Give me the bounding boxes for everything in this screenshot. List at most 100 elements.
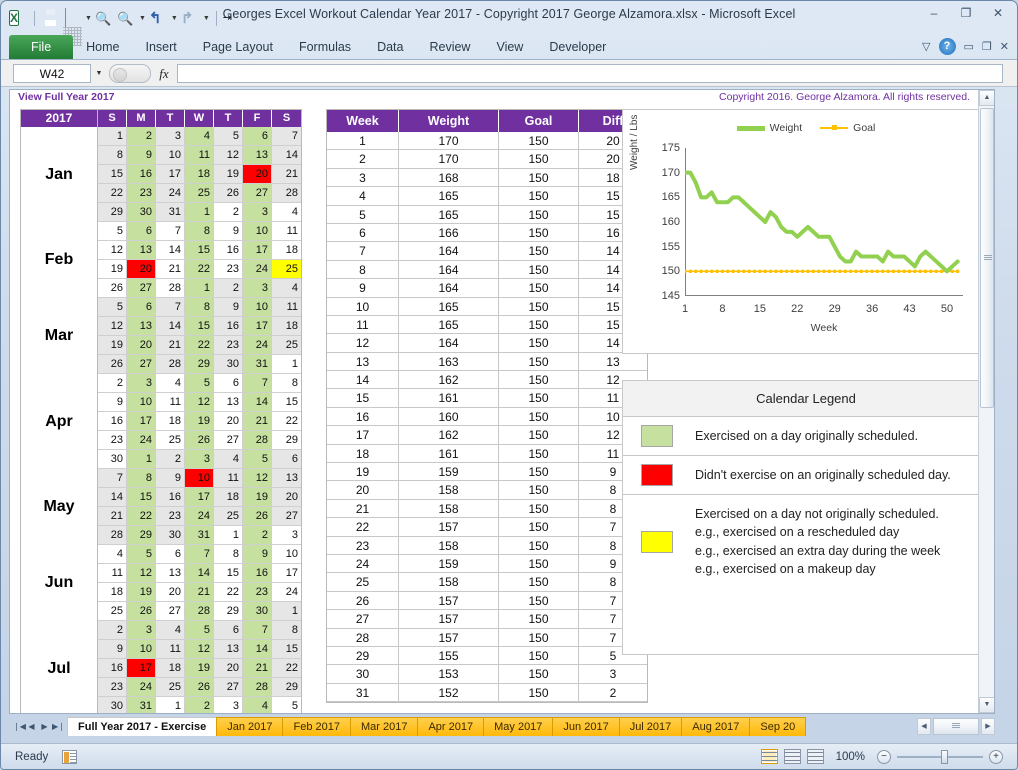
calendar-day-cell[interactable]: 17	[243, 241, 272, 260]
calendar-day-cell[interactable]: 4	[272, 203, 301, 222]
insert-function-icon[interactable]: fx	[151, 66, 177, 82]
calendar-day-cell[interactable]: 27	[156, 602, 185, 621]
cell-weight[interactable]: 158	[399, 481, 499, 500]
calendar-day-cell[interactable]: 3	[243, 203, 272, 222]
cell-week[interactable]: 13	[327, 352, 399, 372]
calendar-day-cell[interactable]: 17	[156, 165, 185, 184]
cell-weight[interactable]: 159	[399, 554, 499, 574]
last-sheet-icon[interactable]: ▶❘	[52, 722, 65, 731]
calendar-day-cell[interactable]: 12	[185, 640, 214, 659]
formula-bar-expand-button[interactable]	[109, 64, 151, 83]
cell-goal[interactable]: 150	[499, 223, 579, 243]
calendar-day-cell[interactable]: 27	[214, 678, 243, 697]
calendar-day-cell[interactable]: 10	[272, 545, 301, 564]
cell-weight[interactable]: 164	[399, 334, 499, 353]
calendar-day-cell[interactable]: 31	[243, 355, 272, 374]
cell-weight[interactable]: 162	[399, 426, 499, 445]
calendar-day-cell[interactable]: 1	[185, 203, 214, 222]
sheet-tab-jan-2017[interactable]: Jan 2017	[216, 716, 284, 736]
calendar-day-cell[interactable]: 29	[272, 678, 301, 697]
calendar-day-cell[interactable]: 23	[156, 507, 185, 526]
calendar-day-cell[interactable]: 25	[156, 678, 185, 697]
calendar-day-cell[interactable]: 6	[272, 450, 301, 469]
calendar-day-cell[interactable]: 9	[243, 545, 272, 564]
cell-weight[interactable]: 155	[399, 646, 499, 666]
cell-goal[interactable]: 150	[499, 591, 579, 611]
cell-weight[interactable]: 170	[399, 150, 499, 169]
calendar-day-cell[interactable]: 31	[185, 526, 214, 545]
view-full-year-link[interactable]: View Full Year 2017	[18, 91, 115, 103]
cell-week[interactable]: 12	[327, 334, 399, 353]
calendar-day-cell[interactable]: 23	[243, 583, 272, 602]
calendar-day-cell[interactable]: 4	[185, 127, 214, 146]
calendar-day-cell[interactable]: 31	[156, 203, 185, 222]
calendar-day-cell[interactable]: 27	[127, 279, 156, 298]
calendar-day-cell[interactable]: 21	[243, 659, 272, 678]
calendar-day-cell[interactable]: 11	[156, 393, 185, 412]
calendar-day-cell[interactable]: 16	[156, 488, 185, 507]
calendar-day-cell[interactable]: 14	[272, 146, 301, 165]
formula-input[interactable]	[177, 64, 1003, 83]
calendar-day-cell[interactable]: 30	[98, 697, 127, 713]
calendar-day-cell[interactable]: 1	[156, 697, 185, 713]
calendar-day-cell[interactable]: 9	[98, 640, 127, 659]
calendar-day-cell[interactable]: 30	[127, 203, 156, 222]
cell-weight[interactable]: 164	[399, 260, 499, 280]
calendar-day-cell[interactable]: 22	[127, 507, 156, 526]
calendar-day-cell[interactable]: 14	[156, 317, 185, 336]
calendar-day-cell[interactable]: 8	[214, 545, 243, 564]
cell-diff[interactable]: 3	[579, 665, 647, 684]
calendar-day-cell[interactable]: 28	[272, 184, 301, 203]
tab-formulas[interactable]: Formulas	[286, 36, 364, 60]
cell-goal[interactable]: 150	[499, 573, 579, 592]
calendar-day-cell[interactable]: 14	[98, 488, 127, 507]
calendar-day-cell[interactable]: 1	[98, 127, 127, 146]
calendar-day-cell[interactable]: 5	[98, 298, 127, 317]
calendar-day-cell[interactable]: 16	[214, 241, 243, 260]
calendar-day-cell[interactable]: 1	[214, 526, 243, 545]
calendar-day-cell[interactable]: 5	[127, 545, 156, 564]
sheet-tab-sep-20[interactable]: Sep 20	[749, 716, 807, 736]
calendar-day-cell[interactable]: 19	[98, 336, 127, 355]
calendar-day-cell[interactable]: 19	[243, 488, 272, 507]
calendar-day-cell[interactable]: 28	[156, 279, 185, 298]
calendar-day-cell[interactable]: 25	[156, 431, 185, 450]
sheet-tab-aug-2017[interactable]: Aug 2017	[681, 716, 751, 736]
calendar-day-cell[interactable]: 6	[127, 222, 156, 241]
cell-weight[interactable]: 165	[399, 187, 499, 206]
zoom-level[interactable]: 100%	[836, 751, 865, 763]
calendar-day-cell[interactable]: 29	[214, 602, 243, 621]
calendar-day-cell[interactable]: 29	[98, 203, 127, 222]
cell-goal[interactable]: 150	[499, 426, 579, 445]
calendar-day-cell[interactable]: 22	[185, 260, 214, 279]
calendar-day-cell[interactable]: 19	[185, 412, 214, 431]
cell-goal[interactable]: 150	[499, 610, 579, 629]
calendar-day-cell[interactable]: 29	[127, 526, 156, 545]
calendar-day-cell[interactable]: 23	[98, 678, 127, 697]
cell-weight[interactable]: 165	[399, 205, 499, 224]
calendar-day-cell[interactable]: 30	[98, 450, 127, 469]
calendar-day-cell[interactable]: 20	[214, 659, 243, 678]
tab-insert[interactable]: Insert	[133, 36, 190, 60]
maximize-button[interactable]: ❐	[955, 5, 977, 22]
calendar-day-cell[interactable]: 25	[214, 507, 243, 526]
calendar-day-cell[interactable]: 23	[127, 184, 156, 203]
cell-week[interactable]: 10	[327, 297, 399, 316]
tab-scroll-left-icon[interactable]: ◀	[917, 717, 931, 735]
calendar-day-cell[interactable]: 9	[156, 469, 185, 488]
calendar-day-cell[interactable]: 9	[98, 393, 127, 412]
cell-goal[interactable]: 150	[499, 205, 579, 224]
calendar-day-cell[interactable]: 7	[185, 545, 214, 564]
calendar-day-cell[interactable]: 15	[214, 564, 243, 583]
calendar-day-cell[interactable]: 16	[98, 659, 127, 678]
calendar-day-cell[interactable]: 18	[156, 659, 185, 678]
tab-scroll-thumb[interactable]	[933, 717, 979, 735]
doc-minimize-icon[interactable]: ▭	[964, 40, 974, 53]
calendar-day-cell[interactable]: 25	[272, 260, 301, 279]
cell-week[interactable]: 14	[327, 371, 399, 390]
calendar-day-cell[interactable]: 3	[185, 450, 214, 469]
calendar-day-cell[interactable]: 26	[243, 507, 272, 526]
calendar-day-cell[interactable]: 11	[98, 564, 127, 583]
cell-week[interactable]: 18	[327, 444, 399, 464]
calendar-day-cell[interactable]: 31	[127, 697, 156, 713]
